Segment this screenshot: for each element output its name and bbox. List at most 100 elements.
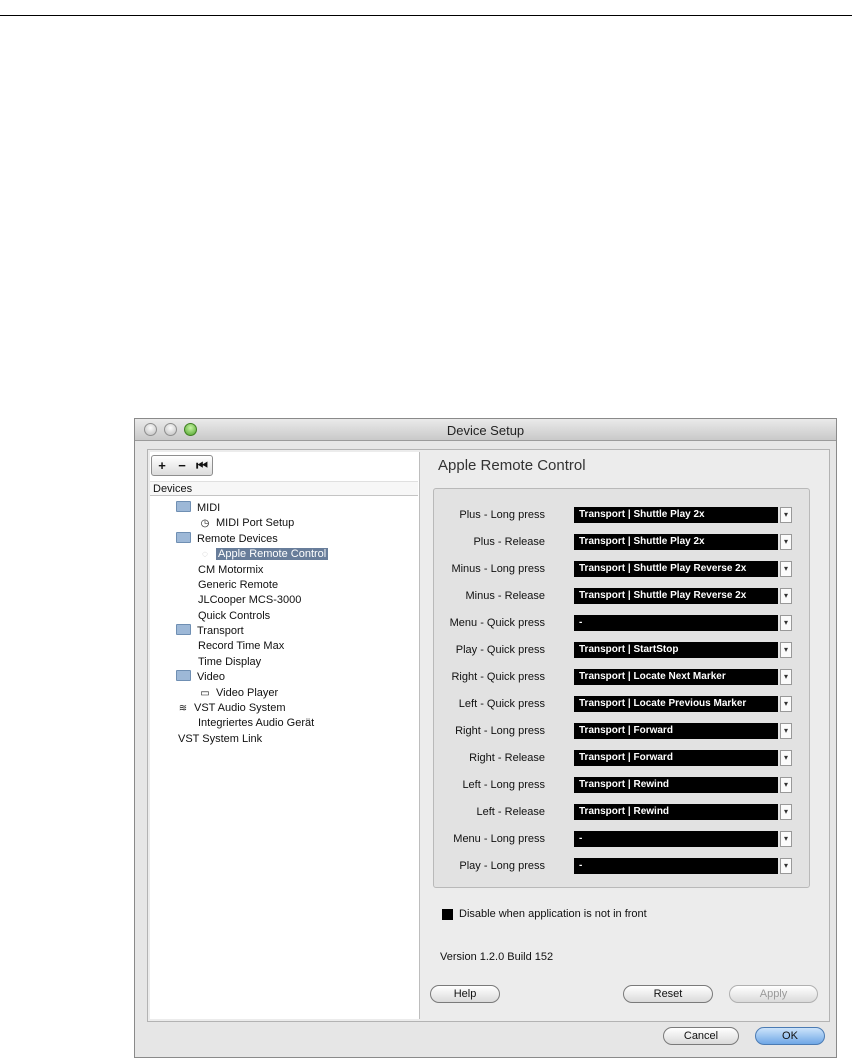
chevron-down-icon[interactable]: ▾ — [780, 507, 792, 523]
apply-button[interactable]: Apply — [729, 985, 818, 1003]
mapping-select[interactable]: Transport | Forward ▾ — [574, 723, 792, 739]
chevron-down-icon[interactable]: ▾ — [780, 615, 792, 631]
tree-item-label: CM Motormix — [198, 564, 264, 576]
mapping-value[interactable]: - — [574, 615, 778, 631]
mapping-select[interactable]: Transport | Rewind ▾ — [574, 804, 792, 820]
tree-item-apple-remote-control[interactable]: ◌ Apple Remote Control — [198, 547, 329, 562]
mapping-label: Minus - Release — [465, 590, 545, 602]
tree-item-vst-audio-system[interactable]: ≋ VST Audio System — [176, 701, 286, 716]
chevron-down-icon[interactable]: ▾ — [780, 669, 792, 685]
tree-item-midi-port-setup[interactable]: ◷ MIDI Port Setup — [198, 516, 295, 531]
mapping-label: Left - Release — [476, 806, 545, 818]
tree-item-vst-system-link[interactable]: VST System Link — [178, 732, 262, 747]
mapping-select[interactable]: Transport | Shuttle Play 2x ▾ — [574, 534, 792, 550]
cancel-button[interactable]: Cancel — [663, 1027, 739, 1045]
mapping-value[interactable]: Transport | Shuttle Play 2x — [574, 507, 778, 523]
devices-panel: + − ⏮ Devices MIDI ◷ MIDI Port Setup Remo… — [150, 452, 420, 1019]
mapping-label: Left - Long press — [462, 779, 545, 791]
chevron-down-icon[interactable]: ▾ — [780, 561, 792, 577]
tree-item-integriertes-audio[interactable]: Integriertes Audio Gerät — [198, 716, 314, 731]
mapping-select[interactable]: Transport | Rewind ▾ — [574, 777, 792, 793]
mapping-group: Plus - Long press Transport | Shuttle Pl… — [433, 488, 810, 888]
tree-item-label: Quick Controls — [198, 610, 271, 622]
title-bar[interactable]: Device Setup — [135, 419, 836, 441]
chevron-down-icon[interactable]: ▾ — [780, 831, 792, 847]
mapping-value[interactable]: Transport | Rewind — [574, 777, 778, 793]
chevron-down-icon[interactable]: ▾ — [780, 804, 792, 820]
tree-item-label: Video Player — [216, 687, 279, 699]
tree-item-label: VST System Link — [178, 733, 263, 745]
tree-item-label: VST Audio System — [194, 702, 286, 714]
tree-item-video-player[interactable]: ▭ Video Player — [198, 686, 278, 701]
mapping-select[interactable]: Transport | Shuttle Play 2x ▾ — [574, 507, 792, 523]
folder-icon — [176, 532, 191, 543]
help-button[interactable]: Help — [430, 985, 500, 1003]
mapping-select[interactable]: Transport | Shuttle Play Reverse 2x ▾ — [574, 561, 792, 577]
mapping-select[interactable]: Transport | Locate Previous Marker ▾ — [574, 696, 792, 712]
tree-item-quick-controls[interactable]: Quick Controls — [198, 609, 270, 624]
mapping-value[interactable]: - — [574, 831, 778, 847]
tree-item-label: Remote Devices — [197, 533, 278, 545]
tree-item-record-time-max[interactable]: Record Time Max — [198, 639, 284, 654]
tree-folder-midi[interactable]: MIDI — [176, 501, 220, 516]
mapping-label: Right - Release — [469, 752, 545, 764]
mapping-label: Menu - Quick press — [449, 617, 545, 629]
video-icon: ▭ — [200, 688, 210, 699]
mapping-value[interactable]: - — [574, 858, 778, 874]
add-device-button[interactable]: + — [152, 456, 172, 475]
page-top-rule — [0, 15, 852, 16]
ok-button[interactable]: OK — [755, 1027, 825, 1045]
mapping-label: Play - Long press — [459, 860, 545, 872]
window-title: Device Setup — [446, 423, 525, 438]
tree-item-cm-motormix[interactable]: CM Motormix — [198, 563, 263, 578]
tree-item-label: MIDI — [197, 502, 221, 514]
chevron-down-icon[interactable]: ▾ — [780, 750, 792, 766]
mapping-select[interactable]: - ▾ — [574, 858, 792, 874]
remove-device-button[interactable]: − — [172, 456, 192, 475]
mapping-select[interactable]: Transport | Forward ▾ — [574, 750, 792, 766]
device-setup-window: Device Setup + − ⏮ Devices MIDI ◷ MIDI Po… — [134, 418, 837, 1058]
mapping-label: Plus - Long press — [459, 509, 545, 521]
chevron-down-icon[interactable]: ▾ — [780, 696, 792, 712]
devices-column-header: Devices — [150, 481, 418, 496]
mapping-value[interactable]: Transport | Shuttle Play Reverse 2x — [574, 588, 778, 604]
chevron-down-icon[interactable]: ▾ — [780, 534, 792, 550]
mapping-select[interactable]: - ▾ — [574, 831, 792, 847]
chevron-down-icon[interactable]: ▾ — [780, 588, 792, 604]
vst-audio-icon: ≋ — [178, 703, 188, 714]
mapping-value[interactable]: Transport | Forward — [574, 723, 778, 739]
version-text: Version 1.2.0 Build 152 — [440, 951, 554, 963]
tree-item-label: Integriertes Audio Gerät — [198, 717, 315, 729]
tree-item-label: Video — [197, 671, 225, 683]
disable-in-background-label: Disable when application is not in front — [459, 908, 647, 920]
mapping-value[interactable]: Transport | Locate Next Marker — [574, 669, 778, 685]
mapping-value[interactable]: Transport | Shuttle Play 2x — [574, 534, 778, 550]
mapping-select[interactable]: Transport | StartStop ▾ — [574, 642, 792, 658]
tree-item-jlcooper[interactable]: JLCooper MCS-3000 — [198, 593, 301, 608]
chevron-down-icon[interactable]: ▾ — [780, 723, 792, 739]
tree-item-generic-remote[interactable]: Generic Remote — [198, 578, 278, 593]
tree-item-label: JLCooper MCS-3000 — [198, 594, 302, 606]
mapping-value[interactable]: Transport | Forward — [574, 750, 778, 766]
chevron-down-icon[interactable]: ▾ — [780, 858, 792, 874]
tree-folder-transport[interactable]: Transport — [176, 624, 244, 639]
mapping-select[interactable]: Transport | Locate Next Marker ▾ — [574, 669, 792, 685]
setup-content: + − ⏮ Devices MIDI ◷ MIDI Port Setup Remo… — [147, 449, 830, 1022]
mapping-value[interactable]: Transport | Rewind — [574, 804, 778, 820]
folder-icon — [176, 501, 191, 512]
mapping-value[interactable]: Transport | Shuttle Play Reverse 2x — [574, 561, 778, 577]
tree-folder-remote-devices[interactable]: Remote Devices — [176, 532, 278, 547]
chevron-down-icon[interactable]: ▾ — [780, 642, 792, 658]
mapping-select[interactable]: - ▾ — [574, 615, 792, 631]
tree-item-time-display[interactable]: Time Display — [198, 655, 261, 670]
mapping-value[interactable]: Transport | StartStop — [574, 642, 778, 658]
disable-in-background-checkbox[interactable] — [442, 909, 453, 920]
reset-device-button[interactable]: ⏮ — [192, 456, 212, 475]
mapping-value[interactable]: Transport | Locate Previous Marker — [574, 696, 778, 712]
midi-port-icon: ◷ — [200, 518, 210, 529]
chevron-down-icon[interactable]: ▾ — [780, 777, 792, 793]
mapping-select[interactable]: Transport | Shuttle Play Reverse 2x ▾ — [574, 588, 792, 604]
tree-folder-video[interactable]: Video — [176, 670, 225, 685]
mapping-label: Right - Long press — [455, 725, 545, 737]
reset-button[interactable]: Reset — [623, 985, 713, 1003]
